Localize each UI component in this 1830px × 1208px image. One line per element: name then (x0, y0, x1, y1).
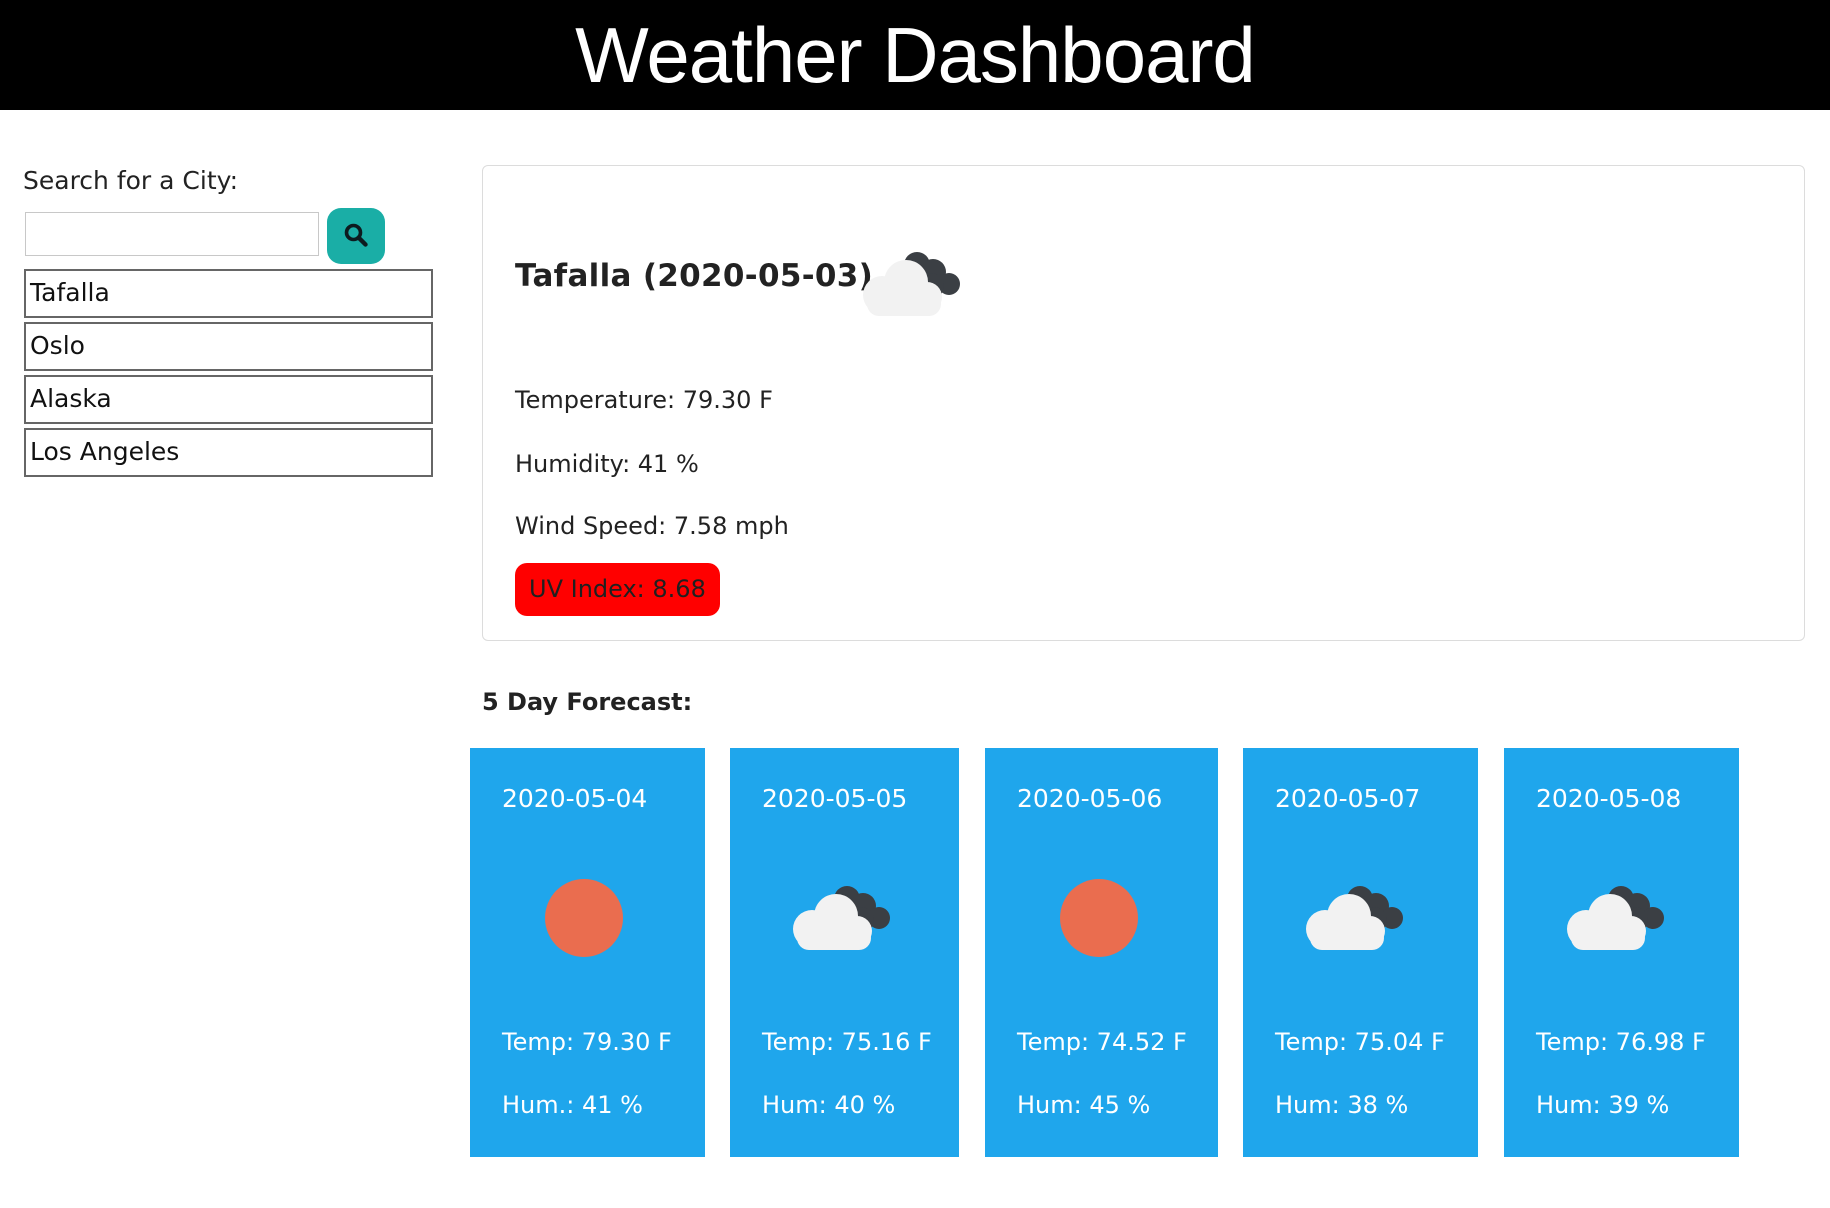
forecast-card: 2020-05-05 Temp: 75.16 F Hum: 40 % (730, 748, 959, 1157)
forecast-date: 2020-05-08 (1536, 784, 1682, 813)
city-search-input[interactable] (25, 212, 319, 256)
forecast-temp: Temp: 74.52 F (1017, 1028, 1187, 1056)
forecast-temp: Temp: 75.16 F (762, 1028, 932, 1056)
forecast-temp: Temp: 79.30 F (502, 1028, 672, 1056)
search-history-list: Tafalla Oslo Alaska Los Angeles (24, 269, 433, 481)
forecast-title: 5 Day Forecast: (482, 688, 693, 716)
forecast-temp: Temp: 76.98 F (1536, 1028, 1706, 1056)
current-city-title: Tafalla (2020-05-03) (515, 258, 874, 294)
cloudy-icon (855, 244, 975, 328)
forecast-card: 2020-05-06 Temp: 74.52 F Hum: 45 % (985, 748, 1218, 1157)
search-label: Search for a City: (23, 166, 239, 195)
forecast-date: 2020-05-05 (762, 784, 908, 813)
forecast-humidity: Hum: 45 % (1017, 1091, 1151, 1119)
forecast-humidity: Hum: 40 % (762, 1091, 896, 1119)
history-city-item[interactable]: Alaska (24, 375, 433, 424)
forecast-card: 2020-05-08 Temp: 76.98 F Hum: 39 % (1504, 748, 1739, 1157)
uv-index-badge: UV Index: 8.68 (515, 563, 720, 616)
forecast-date: 2020-05-06 (1017, 784, 1163, 813)
history-city-item[interactable]: Oslo (24, 322, 433, 371)
forecast-humidity: Hum: 39 % (1536, 1091, 1670, 1119)
forecast-date: 2020-05-04 (502, 784, 648, 813)
forecast-date: 2020-05-07 (1275, 784, 1421, 813)
forecast-humidity: Hum: 38 % (1275, 1091, 1409, 1119)
search-button[interactable] (327, 208, 385, 264)
current-humidity: Humidity: 41 % (515, 450, 699, 478)
history-city-item[interactable]: Tafalla (24, 269, 433, 318)
current-wind-speed: Wind Speed: 7.58 mph (515, 512, 789, 540)
sun-icon (542, 878, 642, 962)
cloudy-icon (785, 878, 905, 962)
current-weather-card: Tafalla (2020-05-03) Temperature: 79.30 … (482, 165, 1805, 641)
page-title: Weather Dashboard (575, 11, 1256, 99)
forecast-humidity: Hum.: 41 % (502, 1091, 643, 1119)
cloudy-icon (1298, 878, 1418, 962)
page-header: Weather Dashboard (0, 0, 1830, 110)
forecast-temp: Temp: 75.04 F (1275, 1028, 1445, 1056)
forecast-card: 2020-05-07 Temp: 75.04 F Hum: 38 % (1243, 748, 1478, 1157)
search-icon (343, 222, 369, 251)
cloudy-icon (1559, 878, 1679, 962)
history-city-item[interactable]: Los Angeles (24, 428, 433, 477)
current-temperature: Temperature: 79.30 F (515, 386, 773, 414)
forecast-card: 2020-05-04 Temp: 79.30 F Hum.: 41 % (470, 748, 705, 1157)
sun-icon (1057, 878, 1157, 962)
